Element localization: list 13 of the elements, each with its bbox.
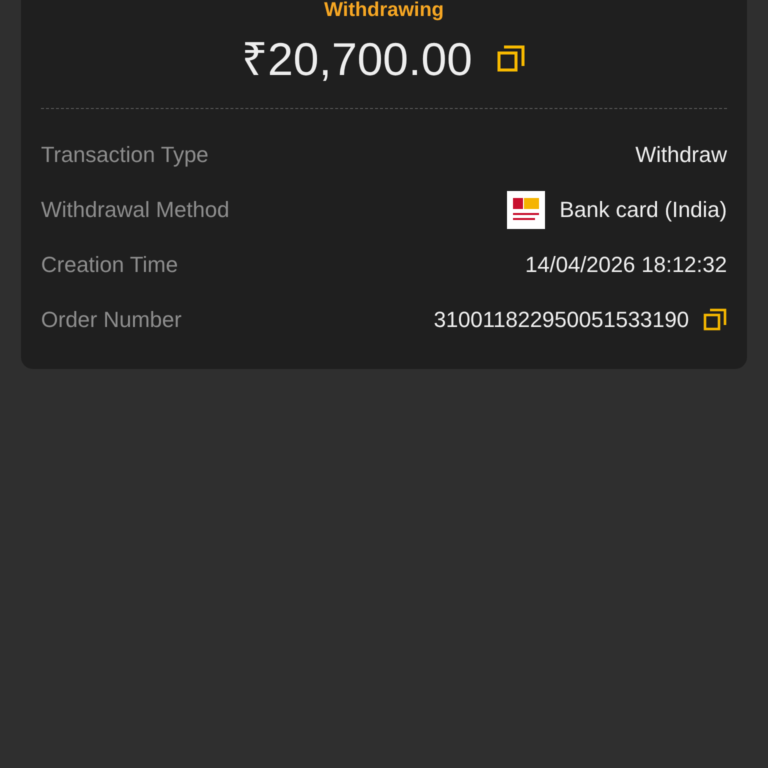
detail-value: 310011822950051533190 <box>434 306 689 334</box>
detail-value: Bank card (India) <box>559 196 727 224</box>
bank-logo-icon <box>507 190 546 228</box>
detail-value: 14/04/2026 18:12:32 <box>525 251 727 279</box>
copy-icon[interactable] <box>703 308 727 332</box>
amount-text: ₹20,700.00 <box>242 36 472 82</box>
copy-icon[interactable] <box>496 44 526 74</box>
detail-label: Creation Time <box>41 251 178 279</box>
detail-label: Order Number <box>41 306 182 334</box>
detail-label: Transaction Type <box>41 141 209 169</box>
detail-label: Withdrawal Method <box>41 196 230 224</box>
status-text: Withdrawing <box>324 0 444 20</box>
detail-value: Withdraw <box>635 141 727 169</box>
